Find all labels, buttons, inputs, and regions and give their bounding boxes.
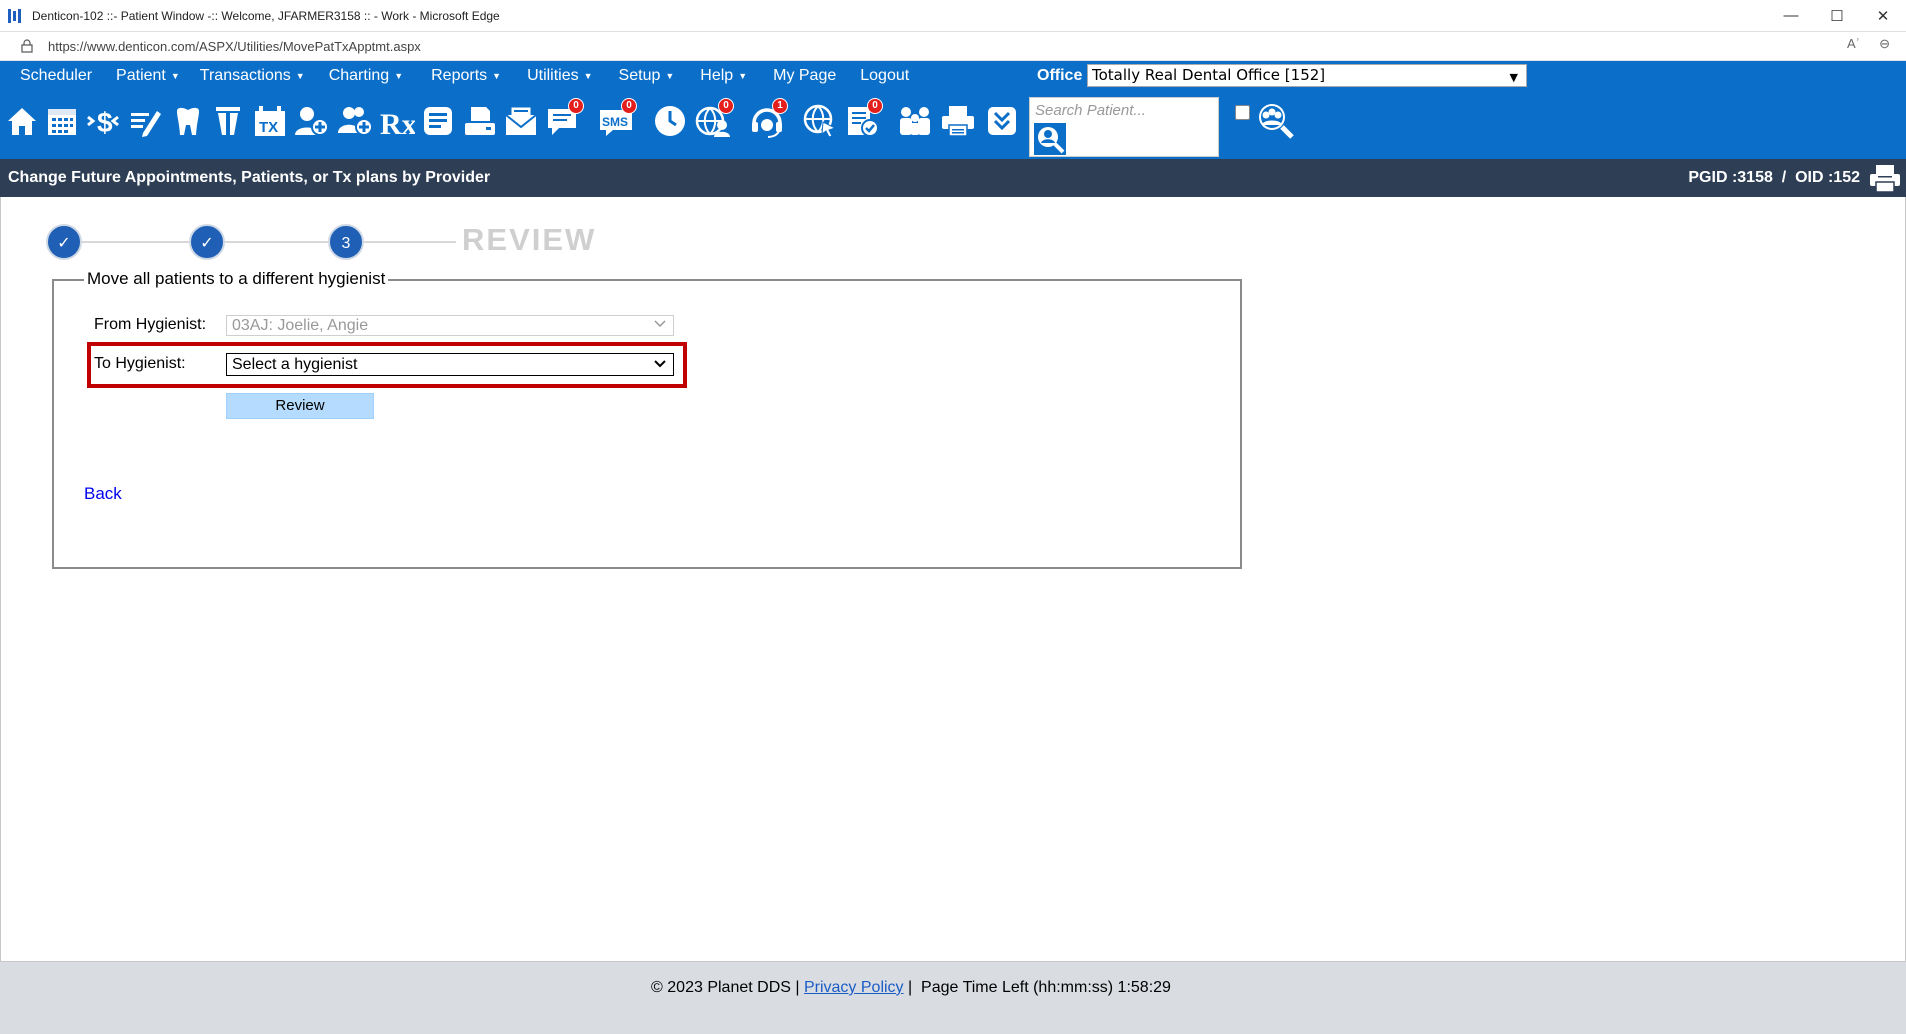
calendar-icon[interactable] — [43, 100, 81, 142]
from-hygienist-select: 03AJ: Joelie, Angie — [226, 315, 674, 336]
chevron-down-icon — [654, 360, 666, 368]
mail-icon[interactable] — [502, 100, 540, 142]
window-title: Denticon-102 ::- Patient Window -:: Welc… — [32, 8, 500, 23]
menu-utilities[interactable]: Utilities ▼ — [517, 67, 602, 85]
to-hygienist-label: To Hygienist: — [94, 355, 186, 372]
menu-setup[interactable]: Setup ▼ — [609, 67, 685, 85]
step-1-complete: ✓ — [46, 224, 82, 260]
office-select[interactable]: Totally Real Dental Office [152] ▼ — [1087, 64, 1527, 87]
step-connector — [364, 241, 456, 243]
step-connector — [80, 241, 190, 243]
checklist-badge: 0 — [867, 98, 883, 114]
lock-icon — [21, 39, 33, 53]
caret-down-icon: ▼ — [738, 70, 748, 81]
group-search-icon[interactable] — [1255, 100, 1295, 140]
window-titlebar: Denticon-102 ::- Patient Window -:: Welc… — [0, 0, 1906, 32]
menu-my-page[interactable]: My Page — [763, 67, 846, 85]
pgid-oid-label: PGID :3158 / OID :152 — [1688, 169, 1860, 186]
search-option-checkbox[interactable] — [1235, 105, 1250, 120]
patient-search-box[interactable]: Search Patient... — [1029, 97, 1219, 157]
support-icon[interactable]: 1 — [748, 98, 788, 142]
dropdown-arrow-icon: ▼ — [1509, 71, 1518, 84]
tx-plan-icon[interactable]: TX — [251, 100, 289, 142]
perio-icon[interactable] — [209, 100, 247, 142]
document-icon[interactable] — [419, 100, 457, 142]
minimize-button[interactable]: — — [1768, 0, 1814, 31]
from-hygienist-label: From Hygienist: — [94, 316, 207, 333]
home-icon[interactable] — [3, 100, 41, 142]
menu-logout[interactable]: Logout — [850, 67, 919, 85]
content-left-edge — [0, 197, 1, 961]
page-time-left: | Page Time Left (hh:mm:ss) 1:58:29 — [903, 979, 1171, 996]
global-users-icon[interactable]: 0 — [694, 98, 734, 142]
sms-badge: 0 — [621, 98, 637, 114]
back-link[interactable]: Back — [84, 484, 122, 504]
print-page-icon[interactable] — [1868, 163, 1902, 193]
to-hygienist-value: Select a hygienist — [232, 356, 358, 373]
menu-scheduler[interactable]: Scheduler — [10, 67, 102, 85]
download-icon[interactable] — [983, 100, 1021, 142]
url-text[interactable]: https://www.denticon.com/ASPX/Utilities/… — [48, 39, 421, 54]
office-label: Office — [1037, 67, 1083, 84]
web-click-icon[interactable] — [801, 100, 839, 142]
sms-icon[interactable]: SMS 0 — [597, 98, 637, 142]
step-3-current: 3 — [328, 224, 364, 260]
caret-down-icon: ▼ — [170, 70, 180, 81]
add-family-icon[interactable] — [336, 100, 374, 142]
svg-text:TX: TX — [259, 119, 278, 136]
support-badge: 1 — [772, 98, 788, 114]
search-input[interactable]: Search Patient... — [1035, 102, 1146, 119]
office-select-value: Totally Real Dental Office [152] — [1092, 66, 1326, 84]
family-icon[interactable] — [896, 100, 934, 142]
menu-charting[interactable]: Charting ▼ — [319, 67, 413, 85]
main-menu-bar: Scheduler Patient ▼ Transactions ▼ Chartin… — [0, 61, 1906, 91]
privacy-policy-link[interactable]: Privacy Policy — [804, 979, 904, 996]
global-users-badge: 0 — [718, 98, 734, 114]
app-icon — [8, 8, 24, 24]
page-header: Change Future Appointments, Patients, or… — [0, 159, 1906, 197]
tooth-chart-icon[interactable] — [169, 100, 207, 142]
caret-down-icon: ▼ — [492, 70, 502, 81]
messages-badge: 0 — [568, 98, 584, 114]
edit-notes-icon[interactable] — [126, 100, 164, 142]
from-hygienist-value: 03AJ: Joelie, Angie — [232, 317, 369, 334]
address-bar: https://www.denticon.com/ASPX/Utilities/… — [0, 32, 1906, 61]
page-title: Change Future Appointments, Patients, or… — [8, 169, 491, 186]
rx-icon[interactable]: Rx — [378, 100, 416, 142]
chevron-down-icon — [654, 320, 666, 328]
checklist-icon[interactable]: 0 — [843, 98, 883, 142]
menu-help[interactable]: Help ▼ — [690, 67, 757, 85]
close-button[interactable]: ✕ — [1860, 0, 1906, 31]
to-hygienist-select[interactable]: Select a hygienist — [226, 353, 674, 376]
menu-reports[interactable]: Reports ▼ — [421, 67, 511, 85]
search-patient-icon[interactable] — [1033, 122, 1067, 156]
caret-down-icon: ▼ — [394, 70, 404, 81]
caret-down-icon: ▼ — [665, 70, 675, 81]
svg-text:SMS: SMS — [602, 115, 628, 129]
menu-patient[interactable]: Patient ▼ — [106, 67, 190, 85]
caret-down-icon: ▼ — [583, 70, 593, 81]
page-footer: © 2023 Planet DDS | Privacy Policy | Pag… — [0, 961, 1906, 1034]
step-review-label: REVIEW — [462, 222, 597, 257]
footer-text: © 2023 Planet DDS | Privacy Policy | Pag… — [0, 979, 1822, 997]
step-2-complete: ✓ — [189, 224, 225, 260]
clock-icon[interactable] — [651, 100, 689, 142]
icon-toolbar: $ TX Rx 0 SMS 0 0 1 0 — [0, 91, 1906, 159]
step-connector — [222, 241, 330, 243]
maximize-button[interactable]: ☐ — [1814, 0, 1860, 31]
svg-text:$: $ — [97, 107, 113, 138]
read-aloud-icon[interactable]: Aʾ — [1847, 36, 1860, 51]
messages-icon[interactable]: 0 — [544, 98, 584, 142]
menu-transactions[interactable]: Transactions ▼ — [190, 67, 315, 85]
copyright-text: © 2023 Planet DDS | — [651, 979, 804, 996]
print-icon[interactable] — [939, 100, 977, 142]
review-button[interactable]: Review — [226, 393, 374, 419]
scanner-icon[interactable] — [461, 100, 499, 142]
fieldset-legend: Move all patients to a different hygieni… — [84, 269, 389, 289]
ledger-dollar-icon[interactable]: $ — [84, 100, 122, 142]
add-patient-icon[interactable] — [292, 100, 330, 142]
zoom-icon[interactable]: ⊖ — [1879, 36, 1890, 52]
caret-down-icon: ▼ — [295, 70, 305, 81]
svg-text:Rx: Rx — [380, 108, 415, 139]
